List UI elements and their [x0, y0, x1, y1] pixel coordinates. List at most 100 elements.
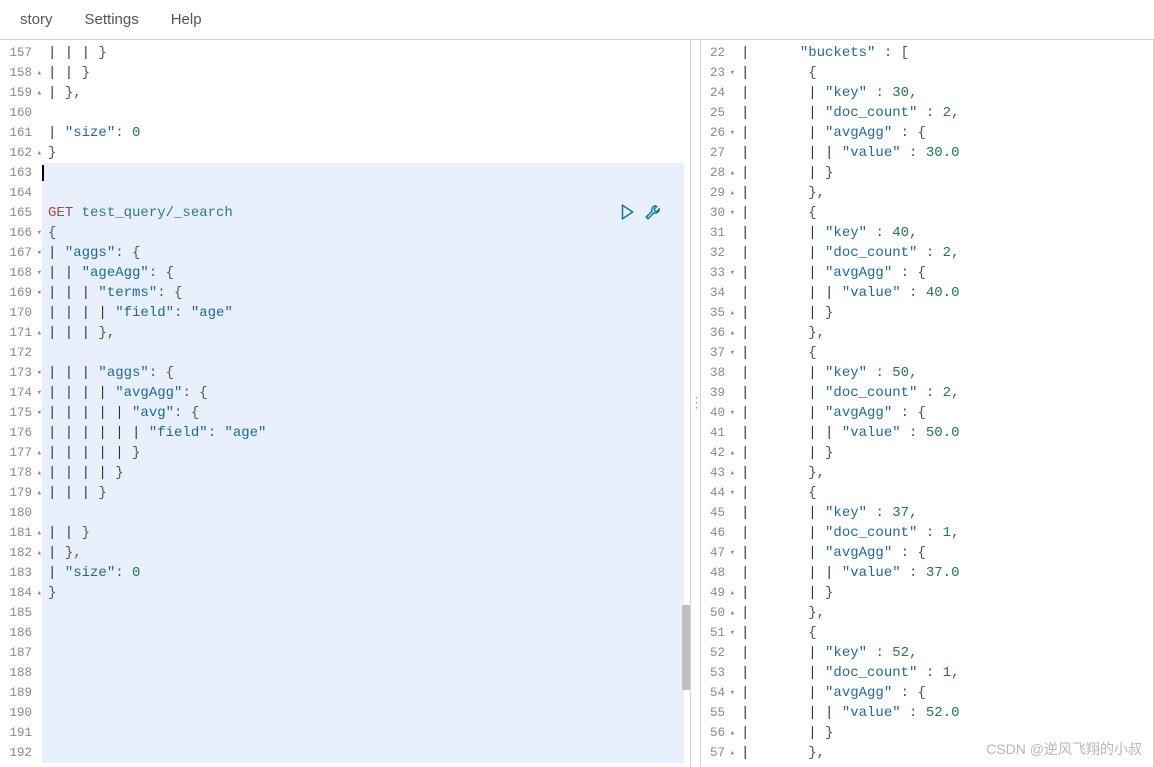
fold-icon[interactable]: ▴	[32, 443, 42, 463]
code-line[interactable]: | "aggs": {	[42, 243, 684, 263]
menu-history[interactable]: story	[4, 3, 69, 36]
fold-icon[interactable]: ▾	[725, 483, 735, 503]
fold-icon[interactable]: ▴	[725, 583, 735, 603]
fold-icon[interactable]: ▾	[32, 223, 42, 243]
code-line[interactable]	[42, 503, 684, 523]
code-line[interactable]: | | | "value" : 37.0	[741, 563, 1153, 583]
code-line[interactable]: | },	[741, 743, 1153, 763]
code-line[interactable]: {	[42, 223, 684, 243]
fold-icon[interactable]: ▾	[725, 203, 735, 223]
code-line[interactable]: | | }	[48, 63, 690, 83]
fold-icon[interactable]: ▴	[725, 323, 735, 343]
code-line[interactable]: | | "doc_count" : 2,	[741, 103, 1153, 123]
code-line[interactable]: | },	[42, 543, 684, 563]
wrench-icon[interactable]	[644, 203, 662, 228]
code-line[interactable]: }	[42, 583, 684, 603]
code-line[interactable]: | "size": 0	[48, 123, 690, 143]
fold-icon[interactable]: ▾	[32, 283, 42, 303]
code-line[interactable]: | | "doc_count" : 1,	[741, 523, 1153, 543]
code-line[interactable]: | | "key" : 30,	[741, 83, 1153, 103]
code-line[interactable]: | | }	[741, 303, 1153, 323]
code-line[interactable]: | | | "value" : 50.0	[741, 423, 1153, 443]
code-line[interactable]: | | "doc_count" : 2,	[741, 243, 1153, 263]
code-line[interactable]	[42, 723, 684, 743]
code-line[interactable]: | | "key" : 40,	[741, 223, 1153, 243]
code-line[interactable]	[42, 183, 684, 203]
code-line[interactable]	[42, 643, 684, 663]
code-line[interactable]: | | "ageAgg": {	[42, 263, 684, 283]
fold-icon[interactable]: ▴	[32, 583, 42, 603]
code-line[interactable]	[42, 623, 684, 643]
fold-icon[interactable]: ▾	[725, 123, 735, 143]
code-line[interactable]	[48, 103, 690, 123]
fold-icon[interactable]: ▴	[725, 603, 735, 623]
code-line[interactable]: | },	[741, 603, 1153, 623]
fold-icon[interactable]: ▾	[725, 343, 735, 363]
fold-icon[interactable]: ▾	[725, 623, 735, 643]
fold-icon[interactable]: ▾	[32, 403, 42, 423]
fold-icon[interactable]: ▴	[32, 483, 42, 503]
fold-icon[interactable]: ▴	[32, 463, 42, 483]
code-line[interactable]	[42, 163, 684, 183]
code-line[interactable]: | | "avgAgg" : {	[741, 263, 1153, 283]
code-line[interactable]: | },	[741, 463, 1153, 483]
code-line[interactable]: }	[48, 143, 690, 163]
code-line[interactable]: | "buckets" : [	[741, 43, 1153, 63]
code-line[interactable]: | | | },	[42, 323, 684, 343]
code-line[interactable]: | },	[48, 83, 690, 103]
code-line[interactable]: | {	[741, 483, 1153, 503]
code-line[interactable]: | | }	[741, 163, 1153, 183]
pane-divider[interactable]: ⋮	[690, 40, 701, 767]
code-line[interactable]: | | | | | "avg": {	[42, 403, 684, 423]
fold-icon[interactable]: ▾	[725, 263, 735, 283]
code-line[interactable]: | | "avgAgg" : {	[741, 123, 1153, 143]
code-line[interactable]: | | "key" : 52,	[741, 643, 1153, 663]
code-line[interactable]: | | | "value" : 40.0	[741, 283, 1153, 303]
fold-icon[interactable]: ▾	[32, 383, 42, 403]
code-line[interactable]	[42, 603, 684, 623]
fold-icon[interactable]: ▴	[32, 523, 42, 543]
fold-icon[interactable]: ▴	[32, 63, 42, 83]
code-line[interactable]	[42, 343, 684, 363]
fold-icon[interactable]: ▴	[32, 143, 42, 163]
code-line[interactable]: | | | "value" : 30.0	[741, 143, 1153, 163]
fold-icon[interactable]: ▾	[32, 263, 42, 283]
code-line[interactable]: | | "doc_count" : 2,	[741, 383, 1153, 403]
code-line[interactable]: | | "avgAgg" : {	[741, 543, 1153, 563]
code-line[interactable]	[42, 663, 684, 683]
fold-icon[interactable]: ▴	[725, 723, 735, 743]
fold-icon[interactable]: ▴	[725, 463, 735, 483]
code-line[interactable]: | | | | | | "field": "age"	[42, 423, 684, 443]
fold-icon[interactable]: ▾	[32, 363, 42, 383]
code-line[interactable]: | | | "terms": {	[42, 283, 684, 303]
code-line[interactable]: | | | | "avgAgg": {	[42, 383, 684, 403]
code-line[interactable]	[42, 743, 684, 763]
code-line[interactable]: | | | }	[48, 43, 690, 63]
code-line[interactable]	[42, 683, 684, 703]
menu-help[interactable]: Help	[155, 3, 218, 36]
fold-icon[interactable]: ▴	[32, 543, 42, 563]
code-line[interactable]: | | "key" : 50,	[741, 363, 1153, 383]
code-line[interactable]: | {	[741, 63, 1153, 83]
code-line[interactable]: | | }	[741, 723, 1153, 743]
fold-icon[interactable]: ▴	[32, 83, 42, 103]
code-line[interactable]: | | }	[741, 583, 1153, 603]
code-line[interactable]: | "size": 0	[42, 563, 684, 583]
code-line[interactable]: | {	[741, 203, 1153, 223]
fold-icon[interactable]: ▴	[725, 163, 735, 183]
fold-icon[interactable]: ▾	[725, 403, 735, 423]
fold-icon[interactable]: ▴	[32, 323, 42, 343]
fold-icon[interactable]: ▾	[725, 683, 735, 703]
fold-icon[interactable]: ▾	[725, 63, 735, 83]
code-line[interactable]: | | "key" : 37,	[741, 503, 1153, 523]
menu-settings[interactable]: Settings	[69, 3, 155, 36]
code-line[interactable]: | | | | | }	[42, 443, 684, 463]
code-line[interactable]: | | "avgAgg" : {	[741, 683, 1153, 703]
request-scrollbar-thumb[interactable]	[682, 605, 690, 690]
fold-icon[interactable]: ▾	[32, 243, 42, 263]
play-icon[interactable]	[618, 203, 636, 228]
code-line[interactable]: | {	[741, 623, 1153, 643]
code-line[interactable]: | {	[741, 343, 1153, 363]
fold-icon[interactable]: ▴	[725, 743, 735, 763]
response-editor[interactable]: 2223▾242526▾2728▴29▴30▾313233▾3435▴36▴37…	[701, 40, 1153, 767]
